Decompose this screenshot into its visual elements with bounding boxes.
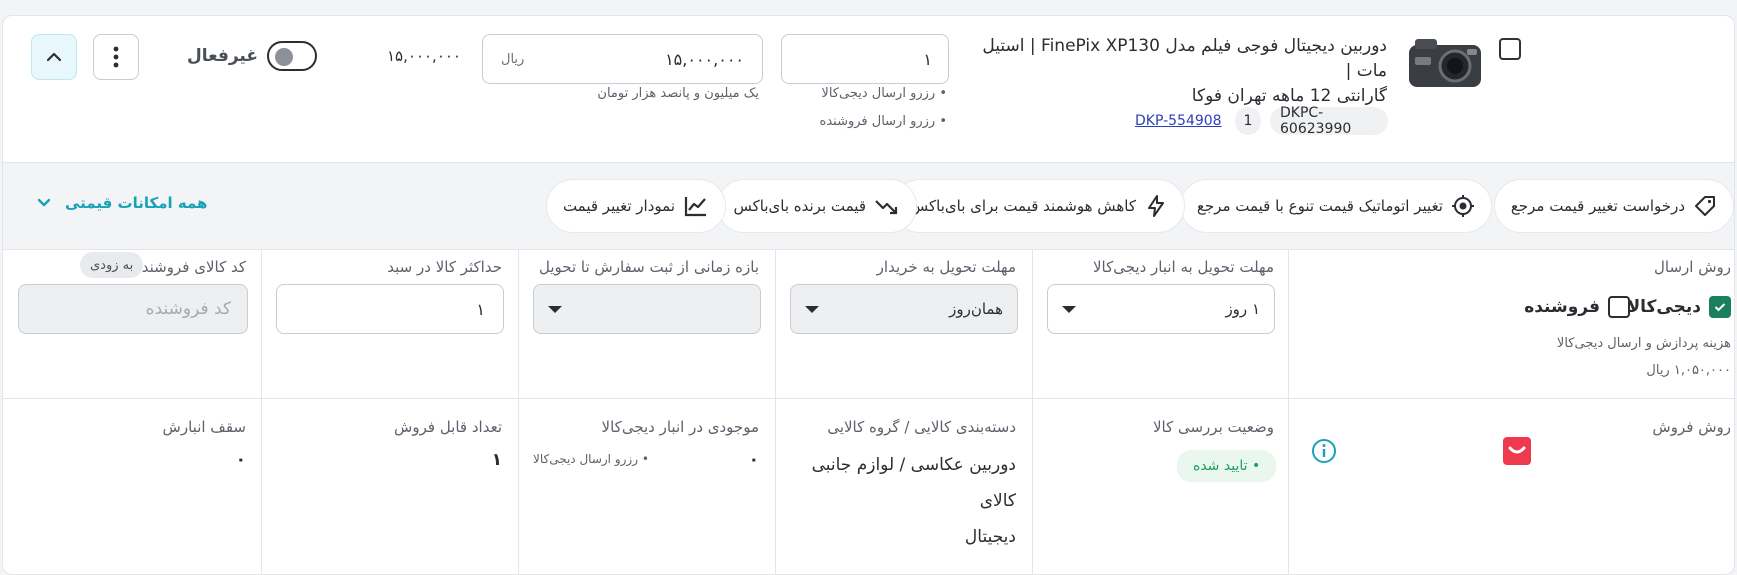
divider [3, 398, 1734, 399]
divider [1288, 250, 1289, 574]
max-cart-input[interactable]: ۱ [276, 284, 504, 334]
shipping-digikala-option[interactable]: دیجی‌کالا [1628, 296, 1731, 318]
pricing-item-smart-reduce[interactable]: کاهش هوشمند قیمت برای بای‌باکس [892, 179, 1185, 233]
toggle-knob [275, 48, 293, 66]
storage-cap-label: سقف انبارش [162, 418, 246, 436]
product-title[interactable]: دوربین دیجیتال فوجی فیلم مدل FinePix XP1… [967, 34, 1387, 109]
more-options-button[interactable] [93, 34, 139, 80]
all-pricing-options-toggle[interactable]: همه امکانات قیمتی [37, 194, 207, 212]
max-cart-label: حداکثر کالا در سبد [387, 258, 502, 276]
dkp-link[interactable]: DKP-554908 [1135, 113, 1222, 129]
pricing-item-price-chart[interactable]: نمودار تغییر قیمت [545, 179, 726, 233]
stock-input[interactable]: ۱ [781, 34, 949, 84]
divider [261, 250, 262, 574]
shipping-method-label: روش ارسال [1653, 258, 1731, 276]
price-input[interactable]: ۱۵,۰۰۰,۰۰۰ ریال [482, 34, 763, 84]
seller-code-input[interactable]: کد فروشنده [18, 284, 248, 334]
dkpc-chip: DKPC-60623990 [1270, 105, 1388, 137]
coming-soon-tag: به زودی [80, 252, 144, 278]
line-chart-icon [684, 197, 706, 217]
seller-checkbox[interactable] [1608, 296, 1630, 318]
quantity-chip: 1 [1235, 107, 1261, 135]
dk-stock-value: ۰ [748, 450, 759, 470]
pricing-features-bar: درخواست تغییر قیمت مرجع تغییر اتوماتیک ق… [3, 162, 1734, 250]
pricing-item-buybox-winner[interactable]: قیمت برنده بای‌باکس [716, 179, 917, 233]
price-in-words: یک میلیون و پانصد هزار تومان [597, 86, 759, 101]
category-value: دوربین عکاسی / لوازم جانبی کالای دیجیتال [811, 455, 1016, 547]
sellable-count-label: تعداد قابل فروش [394, 418, 502, 436]
check-icon [1714, 303, 1726, 312]
delivery-interval-select[interactable] [533, 284, 761, 334]
storage-cap-value: ۰ [235, 450, 246, 470]
dropdown-caret-icon [548, 305, 562, 313]
divider [1032, 250, 1033, 574]
collapse-button[interactable] [31, 34, 77, 80]
digikala-brand-icon [1503, 437, 1531, 465]
active-toggle[interactable] [267, 41, 317, 71]
buyer-deadline-label: مهلت تحویل به خریدار [876, 258, 1016, 276]
buyer-deadline-select[interactable]: همان‌روز [790, 284, 1018, 334]
chevron-down-icon [37, 198, 51, 207]
row-select-checkbox[interactable] [1499, 38, 1521, 60]
pricing-item-auto-change[interactable]: تغییر اتوماتیک قیمت تنوع با قیمت مرجع [1179, 179, 1492, 233]
warehouse-deadline-select[interactable]: ۱ روز [1047, 284, 1275, 334]
shipping-seller-option[interactable]: فروشنده [1524, 296, 1630, 318]
status-label: غیرفعال [187, 46, 258, 66]
price-tag-icon [1695, 196, 1715, 216]
divider [775, 250, 776, 574]
trend-down-icon [875, 200, 898, 215]
product-variant-card: دوربین دیجیتال فوجی فیلم مدل FinePix XP1… [2, 15, 1735, 575]
digikala-checkbox[interactable] [1709, 296, 1731, 318]
shipping-fee-note: هزینه پردازش و ارسال دیجی‌کالا ۱,۰۵۰,۰۰۰… [1556, 336, 1731, 378]
stock-note-seller: • رزرو ارسال فروشنده [819, 114, 947, 129]
sales-method-label: روش فروش [1652, 418, 1731, 436]
stock-note-digikala: • رزرو ارسال دیجی‌کالا [821, 86, 947, 101]
reference-price: ۱۵,۰۰۰,۰۰۰ [387, 47, 461, 65]
pricing-item-reference-request[interactable]: درخواست تغییر قیمت مرجع [1493, 179, 1734, 233]
category-label: دسته‌بندی کالایی / گروه کالایی [827, 418, 1016, 436]
chevron-up-icon [46, 52, 62, 62]
review-status-badge: • تایید شده [1177, 450, 1277, 482]
delivery-interval-label: بازه زمانی از ثبت سفارش تا تحویل [539, 258, 759, 276]
dk-stock-label: موجودی در انبار دیجی‌کالا [601, 418, 759, 436]
dk-stock-note: • رزرو ارسال دیجی‌کالا [533, 452, 649, 466]
product-image [1405, 31, 1487, 95]
target-icon [1452, 195, 1474, 217]
review-status-label: وضعیت بررسی کالا [1152, 418, 1274, 436]
info-icon[interactable] [1311, 438, 1337, 468]
sellable-count-value: ۱ [491, 450, 502, 470]
divider [518, 250, 519, 574]
warehouse-deadline-label: مهلت تحویل به انبار دیجی‌کالا [1092, 258, 1274, 276]
bolt-icon [1148, 195, 1164, 217]
seller-code-label: کد کالای فروشنده [133, 258, 246, 276]
dropdown-caret-icon [805, 305, 819, 313]
kebab-icon [113, 46, 119, 68]
product-title-line1: دوربین دیجیتال فوجی فیلم مدل FinePix XP1… [982, 36, 1387, 81]
dropdown-caret-icon [1062, 305, 1076, 313]
